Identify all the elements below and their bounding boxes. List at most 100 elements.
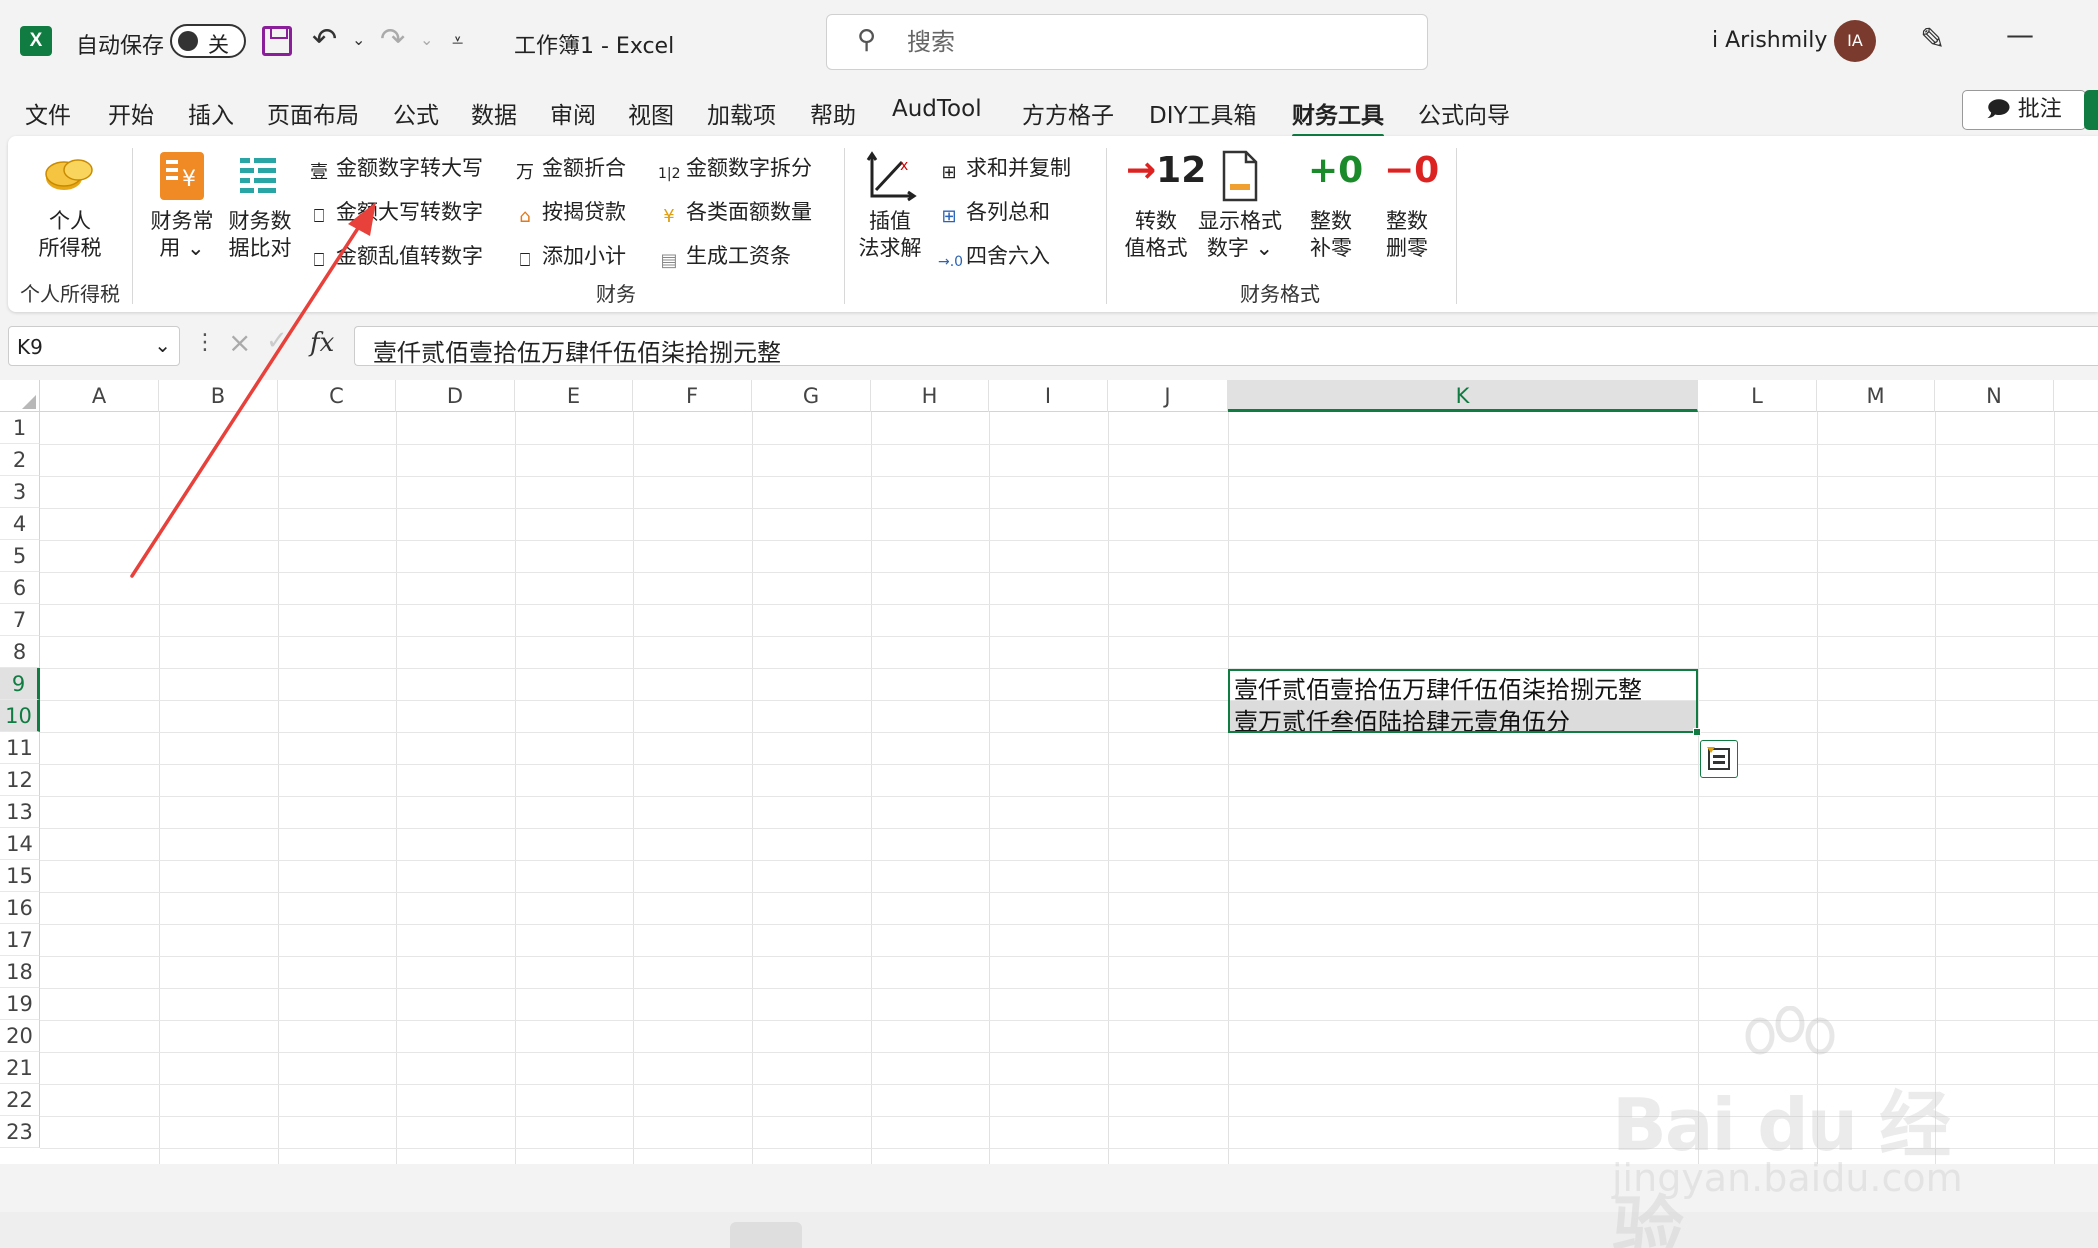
row-header-23[interactable]: 23 [0, 1116, 40, 1148]
finance-common-button[interactable]: 财务常 用 ⌄ [144, 208, 220, 262]
row-header-15[interactable]: 15 [0, 860, 40, 892]
display-format-button[interactable]: 显示格式 数字 ⌄ [1192, 208, 1288, 262]
comments-button[interactable]: 🗩 批注 [1962, 90, 2086, 130]
row-header-22[interactable]: 22 [0, 1084, 40, 1116]
more-options-icon[interactable]: ⋮ [194, 330, 216, 355]
save-icon[interactable] [262, 26, 292, 56]
tab-diy-toolbox[interactable]: DIY工具箱 [1149, 96, 1257, 130]
column-header-c[interactable]: C [278, 380, 396, 412]
convert-value-icon[interactable]: →12 [1126, 150, 1206, 191]
customize-toolbar-icon[interactable]: ⩡ [452, 28, 463, 52]
column-header-k[interactable]: K [1228, 380, 1698, 412]
search-input[interactable] [907, 27, 1387, 57]
row-header-4[interactable]: 4 [0, 508, 40, 540]
upper-to-amount-button[interactable]: ⎕ 金额大写转数字 [308, 196, 483, 228]
display-format-icon[interactable] [1218, 150, 1262, 202]
interpolation-button[interactable]: 插值 法求解 [852, 208, 928, 262]
row-header-8[interactable]: 8 [0, 636, 40, 668]
tab-view[interactable]: 视图 [628, 96, 674, 130]
column-header-m[interactable]: M [1817, 380, 1935, 412]
row-header-16[interactable]: 16 [0, 892, 40, 924]
column-header-a[interactable]: A [40, 380, 159, 412]
row-header-11[interactable]: 11 [0, 732, 40, 764]
denomination-button[interactable]: ¥ 各类面额数量 [658, 196, 812, 228]
name-box[interactable]: K9 ⌄ [8, 326, 180, 366]
tab-help[interactable]: 帮助 [810, 96, 856, 130]
tab-finance-tools[interactable]: 财务工具 [1292, 96, 1384, 138]
undo-dropdown-icon[interactable]: ⌄ [352, 30, 365, 49]
row-header-9[interactable]: 9 [0, 668, 40, 700]
avatar[interactable]: IA [1834, 20, 1876, 62]
row-header-3[interactable]: 3 [0, 476, 40, 508]
round-up-icon[interactable]: +0 [1308, 150, 1363, 191]
row-header-10[interactable]: 10 [0, 700, 40, 732]
redo-dropdown-icon[interactable]: ⌄ [420, 30, 433, 49]
chevron-down-icon[interactable]: ⌄ [154, 333, 171, 357]
paste-options-icon[interactable] [1700, 740, 1738, 778]
round-up-button[interactable]: 整数 补零 [1298, 208, 1364, 262]
row-header-6[interactable]: 6 [0, 572, 40, 604]
tab-audtool[interactable]: AudTool [892, 96, 982, 122]
sum-copy-button[interactable]: ⊞ 求和并复制 [938, 152, 1071, 184]
row-header-7[interactable]: 7 [0, 604, 40, 636]
row-header-5[interactable]: 5 [0, 540, 40, 572]
tab-home[interactable]: 开始 [108, 96, 154, 130]
tab-data[interactable]: 数据 [471, 96, 517, 130]
data-compare-icon[interactable] [234, 154, 282, 198]
column-header-g[interactable]: G [752, 380, 871, 412]
fill-handle[interactable] [1693, 728, 1701, 736]
column-header-j[interactable]: J [1108, 380, 1228, 412]
column-header-i[interactable]: I [989, 380, 1108, 412]
row-header-17[interactable]: 17 [0, 924, 40, 956]
row-header-21[interactable]: 21 [0, 1052, 40, 1084]
interpolation-icon[interactable]: x [862, 150, 918, 204]
autosave-toggle[interactable]: 关 [170, 24, 246, 58]
amount-discount-button[interactable]: 万金额折合 [514, 152, 626, 184]
search-box[interactable]: ⚲ [826, 14, 1428, 70]
row-header-1[interactable]: 1 [0, 412, 40, 444]
column-header-l[interactable]: L [1698, 380, 1817, 412]
user-name[interactable]: i Arishmily [1712, 28, 1827, 53]
finance-compare-button[interactable]: 财务数 据比对 [222, 208, 298, 262]
tab-page-layout[interactable]: 页面布局 [267, 96, 359, 130]
column-header-f[interactable]: F [633, 380, 752, 412]
garbled-to-number-button[interactable]: ⎕ 金额乱值转数字 [308, 240, 483, 272]
coins-icon[interactable] [42, 152, 96, 196]
row-header-13[interactable]: 13 [0, 796, 40, 828]
row-header-12[interactable]: 12 [0, 764, 40, 796]
tab-review[interactable]: 审阅 [550, 96, 596, 130]
column-header-d[interactable]: D [396, 380, 515, 412]
tab-addins[interactable]: 加载项 [707, 96, 776, 130]
taskbar-active-item[interactable] [730, 1222, 802, 1248]
round-delete-button[interactable]: 整数 删零 [1374, 208, 1440, 262]
add-subtotal-button[interactable]: ⎕ 添加小计 [514, 240, 626, 272]
formula-input[interactable]: 壹仟贰佰壹拾伍万肆仟伍佰柒拾捌元整 [354, 326, 2098, 367]
column-header-b[interactable]: B [159, 380, 278, 412]
tab-formulas[interactable]: 公式 [393, 96, 439, 130]
row-header-20[interactable]: 20 [0, 1020, 40, 1052]
pen-icon[interactable]: ✎ [1920, 22, 1945, 57]
share-button[interactable] [2084, 90, 2098, 130]
round-delete-icon[interactable]: −0 [1384, 150, 1439, 191]
amount-split-button[interactable]: 1|2 金额数字拆分 [658, 152, 812, 185]
column-header-n[interactable]: N [1935, 380, 2054, 412]
undo-icon[interactable]: ↶ [312, 22, 337, 57]
select-all-corner[interactable] [0, 380, 40, 412]
column-header-h[interactable]: H [871, 380, 989, 412]
tab-formula-wizard[interactable]: 公式向导 [1418, 96, 1510, 130]
personal-tax-button[interactable]: 个人 所得税 [22, 208, 118, 262]
mortgage-button[interactable]: ⌂ 按揭贷款 [514, 196, 626, 228]
row-header-14[interactable]: 14 [0, 828, 40, 860]
tab-fangfang[interactable]: 方方格子 [1022, 96, 1114, 130]
payroll-button[interactable]: ▤ 生成工资条 [658, 240, 791, 272]
amount-to-upper-button[interactable]: 壹金额数字转大写 [308, 152, 483, 184]
round-half-button[interactable]: →.0 四舍六入 [938, 240, 1050, 273]
row-header-2[interactable]: 2 [0, 444, 40, 476]
tab-file[interactable]: 文件 [25, 96, 71, 130]
column-header-e[interactable]: E [515, 380, 633, 412]
enter-check-icon[interactable]: ✓ [266, 326, 288, 356]
convert-value-button[interactable]: 转数 值格式 [1118, 208, 1194, 262]
column-totals-button[interactable]: ⊞ 各列总和 [938, 196, 1050, 228]
cancel-icon[interactable]: × [228, 326, 251, 359]
insert-function-icon[interactable]: fx [310, 328, 334, 358]
